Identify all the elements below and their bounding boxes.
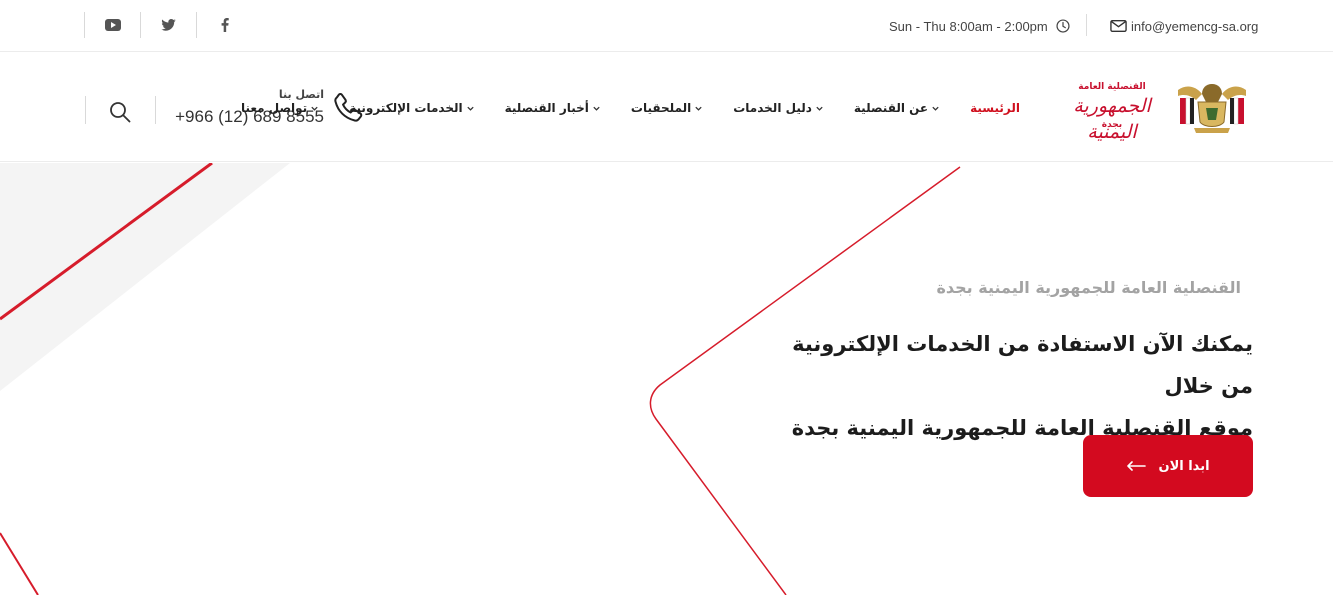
chevron-down-icon <box>466 106 474 111</box>
logo-line2: الجمهورية اليمنية <box>1073 95 1151 143</box>
nav-item-label: الملحقيات <box>630 101 692 115</box>
social-links <box>84 12 253 38</box>
nav-item-2[interactable]: دليل الخدمات <box>733 101 824 115</box>
nav-item-6[interactable]: تواصل معنا <box>241 101 319 115</box>
email-link[interactable]: info@yemencg-sa.org <box>1110 16 1258 36</box>
twitter-link[interactable] <box>141 12 197 38</box>
nav-item-label: الرئيسية <box>970 101 1020 115</box>
contact-label: اتصل بنا <box>278 88 324 101</box>
yemen-emblem-icon <box>1178 84 1246 133</box>
facebook-link[interactable] <box>197 12 253 38</box>
nav-item-1[interactable]: عن القنصلية <box>854 101 940 115</box>
youtube-link[interactable] <box>85 12 141 38</box>
nav-item-label: عن القنصلية <box>853 101 929 115</box>
hero-section: القنصلية العامة للجمهورية اليمنية بجدة ي… <box>0 163 1333 595</box>
nav-item-5[interactable]: الخدمات الإلكترونية <box>349 101 474 115</box>
working-hours: Sun - Thu 8:00am - 2:00pm <box>889 16 1070 36</box>
chevron-down-icon <box>932 106 939 111</box>
facebook-icon <box>221 18 229 32</box>
chevron-down-icon <box>816 106 823 111</box>
chevron-down-icon <box>593 106 600 111</box>
youtube-icon <box>104 19 121 31</box>
envelope-icon <box>1110 20 1127 32</box>
nav-item-label: الخدمات الإلكترونية <box>349 101 463 115</box>
hero-subtitle: القنصلية العامة للجمهورية اليمنية بجدة <box>936 278 1241 297</box>
twitter-icon <box>161 19 176 31</box>
chevron-down-icon <box>695 106 702 111</box>
nav-item-label: دليل الخدمات <box>733 101 812 115</box>
email-text: info@yemencg-sa.org <box>1131 18 1259 34</box>
main-navigation: الرئيسية عن القنصلية دليل الخدمات الملحقيات… <box>241 96 1020 120</box>
nav-item-4[interactable]: أخبار القنصلية <box>505 101 601 115</box>
search-button[interactable] <box>104 96 136 128</box>
top-bar: Sun - Thu 8:00am - 2:00pm info@yemencg-s… <box>0 0 1333 52</box>
nav-item-3[interactable]: الملحقيات <box>631 101 703 115</box>
chevron-down-icon <box>311 106 318 111</box>
hero-title: يمكنك الآن الاستفادة من الخدمات الإلكترو… <box>753 323 1253 449</box>
search-icon <box>110 102 131 123</box>
nav-item-label: أخبار القنصلية <box>504 101 589 115</box>
start-now-label: ابدا الان <box>1158 458 1210 474</box>
page: Sun - Thu 8:00am - 2:00pm info@yemencg-s… <box>0 0 1333 595</box>
header-divider <box>155 96 156 124</box>
main-header: اتصل بنا +966 (12) 689 8555 الرئيسية عن ا… <box>0 52 1333 162</box>
start-now-button[interactable]: ابدا الان <box>1083 435 1253 497</box>
logo-text: القنصلية العامة الجمهورية اليمنية بجدة <box>1056 78 1168 143</box>
site-logo[interactable]: القنصلية العامة الجمهورية اليمنية بجدة <box>1056 78 1252 143</box>
logo-line3: بجدة <box>1101 120 1123 130</box>
nav-item-0[interactable]: الرئيسية <box>970 101 1020 115</box>
hero-title-line1: يمكنك الآن الاستفادة من الخدمات الإلكترو… <box>792 332 1253 398</box>
topbar-divider <box>1086 14 1087 36</box>
arrow-left-icon <box>1127 461 1147 471</box>
header-divider <box>85 96 86 124</box>
clock-icon <box>1056 19 1070 33</box>
nav-item-label: تواصل معنا <box>240 101 308 115</box>
logo-line1: القنصلية العامة <box>1078 82 1146 92</box>
working-hours-text: Sun - Thu 8:00am - 2:00pm <box>889 18 1048 34</box>
